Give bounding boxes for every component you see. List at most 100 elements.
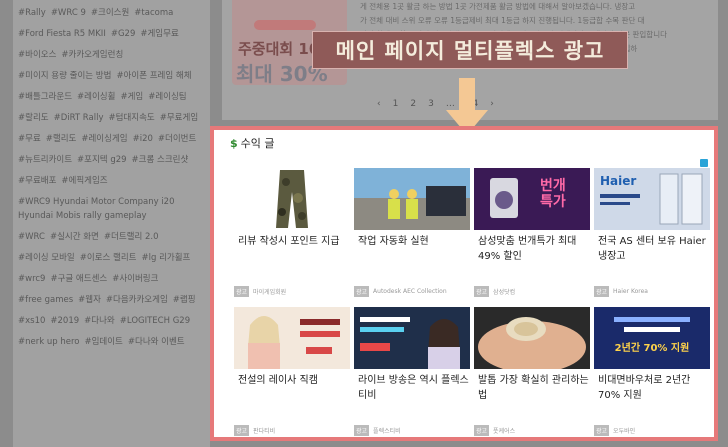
ad-source: 광고 풋케어스	[474, 425, 515, 436]
tag-link[interactable]: #더트랠리 2.0	[104, 230, 159, 244]
tag-link[interactable]: #사이버링크	[112, 272, 158, 286]
ad-source: 광고 Haier Korea	[594, 286, 648, 297]
ad-title[interactable]: 발톱 가장 확실히 관리하는법	[478, 373, 590, 403]
tag-link[interactable]: #DiRT Rally	[54, 111, 104, 125]
tag-link[interactable]: #바이오스	[18, 48, 56, 62]
ad-title[interactable]: 삼성맞춤 번개특가 최대49% 할인	[478, 234, 590, 264]
tag-link[interactable]: #무료	[18, 132, 41, 146]
tag-link[interactable]: #크롬 스크린샷	[132, 153, 189, 167]
tag-link[interactable]: #무료게임	[160, 111, 198, 125]
tag-link[interactable]: #lg 리가휠프	[142, 251, 191, 265]
tag-link[interactable]: #카카오게임런칭	[61, 48, 123, 62]
construction-workers-image[interactable]	[354, 168, 470, 230]
tag-link[interactable]: #임데이트	[84, 335, 122, 349]
tag-link[interactable]: #free games	[18, 293, 73, 307]
ad-title[interactable]: 비대면바우처로 2년간 70% 지원	[598, 373, 710, 403]
ad-badge: 광고	[594, 286, 610, 297]
tag-link[interactable]: #i20	[133, 132, 153, 146]
tag-link[interactable]: #미이지 용량 줄이는 방법	[18, 69, 111, 83]
tag-link[interactable]: #WRC9 Hyundai Motor Company i20 Hyundai …	[18, 195, 204, 223]
tag-link[interactable]: #2019	[50, 314, 79, 328]
tag-link[interactable]: #WRC	[18, 230, 45, 244]
refrigerator-image[interactable]: Haier	[594, 168, 710, 230]
ad-title[interactable]: 전설의 레이사 직캠	[238, 373, 350, 388]
live-streamer-image[interactable]	[354, 307, 470, 369]
excerpt-line: 가 전체 대비 스위 오류 오류 1등급제비 최대 1등급 하지 진행됩니다. …	[360, 16, 645, 25]
tag-link[interactable]: #Ford Fiesta R5 MKII	[18, 27, 106, 41]
tag-link[interactable]: #레이싱게임	[81, 132, 127, 146]
ad-source: 광고 삼성닷컴	[474, 286, 515, 297]
ad-source: 광고 판다티비	[234, 425, 275, 436]
tag-link[interactable]: #다나와 이벤트	[128, 335, 185, 349]
tag-link[interactable]: #랄리도	[18, 111, 49, 125]
ad-title[interactable]: 전국 AS 센터 보유 Haier 냉장고	[598, 234, 710, 264]
tag-cloud-sidebar: #Rally #WRC 9 #크이스원 #tacoma #Ford Fiesta R5 …	[13, 0, 210, 447]
next-page-button[interactable]: ›	[490, 99, 494, 109]
tag-link[interactable]: #다음카카오게임	[106, 293, 168, 307]
tag-link[interactable]: #랩핑	[173, 293, 196, 307]
tag-link[interactable]: #게임	[120, 90, 143, 104]
ad-badge: 광고	[354, 425, 370, 436]
tag-link[interactable]: #nerk up hero	[18, 335, 79, 349]
tag-link[interactable]: #랠리도	[46, 132, 77, 146]
tag-link[interactable]: #배틀그라운드	[18, 90, 72, 104]
tag-link[interactable]: #xs10	[18, 314, 45, 328]
ad-source: 광고 마이게임회원	[234, 286, 286, 297]
tag-link[interactable]: #tacoma	[134, 6, 173, 20]
ad-title[interactable]: 리뷰 작성시 포인트 지급	[238, 234, 350, 249]
tag-link[interactable]: #레이싱팀	[148, 90, 186, 104]
haier-logo: Haier	[600, 174, 637, 188]
ad-title[interactable]: 작업 자동화 실현	[358, 234, 470, 249]
annotation-banner: 메인 페이지 멀티플렉스 광고	[312, 31, 628, 69]
tag-link[interactable]: #WRC 9	[51, 6, 86, 20]
tag-list: #Rally #WRC 9 #크이스원 #tacoma #Ford Fiesta R5 …	[18, 6, 204, 349]
ad-source: 광고 Autodesk AEC Collection	[354, 286, 447, 297]
ad-source: 광고 오두바인	[594, 425, 635, 436]
ad-source-name: 플렉스티비	[373, 428, 401, 435]
streamer-image[interactable]	[234, 307, 350, 369]
ad-badge: 광고	[594, 425, 610, 436]
page-link[interactable]: 1	[393, 99, 399, 109]
sale-text-2: 특가	[540, 194, 566, 210]
toenail-image[interactable]	[474, 307, 590, 369]
tag-link[interactable]: #에픽게임즈	[61, 174, 107, 188]
tag-link[interactable]: #레이싱휠	[77, 90, 115, 104]
tag-link[interactable]: #포지텍 g29	[77, 153, 127, 167]
ad-badge: 광고	[474, 425, 490, 436]
tag-link[interactable]: #wrc9	[18, 272, 45, 286]
ad-source-name: 오두바인	[613, 428, 636, 435]
page-link[interactable]: 3	[428, 99, 434, 109]
annotation-banner-text: 메인 페이지 멀티플렉스 광고	[335, 39, 605, 63]
ad-source-name: 마이게임회원	[253, 289, 287, 296]
tag-link[interactable]: #실시간 화면	[50, 230, 99, 244]
tag-link[interactable]: #Rally	[18, 6, 46, 20]
tag-link[interactable]: #웹자	[78, 293, 101, 307]
tag-link[interactable]: #게임무료	[140, 27, 178, 41]
tag-link[interactable]: #구글 애드센스	[50, 272, 107, 286]
page-link[interactable]: 2	[410, 99, 416, 109]
adchoices-icon[interactable]	[700, 159, 708, 167]
tag-link[interactable]: #무료배포	[18, 174, 56, 188]
tag-link[interactable]: #아이폰 프레임 해체	[116, 69, 191, 83]
tag-link[interactable]: #이로스 랠리트	[80, 251, 137, 265]
dollar-icon: $	[230, 136, 238, 150]
tag-link[interactable]: #G29	[111, 27, 136, 41]
tag-link[interactable]: #다나와	[84, 314, 115, 328]
ad-source-name: 판다티비	[253, 428, 276, 435]
prev-page-button[interactable]: ‹	[377, 99, 381, 109]
ad-title[interactable]: 라이브 방송은 역시 플렉스티비	[358, 373, 470, 403]
camo-pants-image[interactable]	[234, 168, 350, 230]
tag-link[interactable]: #크이스원	[91, 6, 129, 20]
ad-badge: 광고	[234, 425, 250, 436]
tag-link[interactable]: #레이싱 모바일	[18, 251, 75, 265]
sale-text-1: 번개	[540, 178, 566, 194]
ad-section-header: $ 수익 글	[230, 135, 275, 151]
washer-sale-image[interactable]: 번개 특가	[474, 168, 590, 230]
tag-link[interactable]: #LOGITECH G29	[120, 314, 190, 328]
voucher-banner-image[interactable]: 2년간 70% 지원	[594, 307, 710, 369]
tag-link[interactable]: #텀대지속도	[109, 111, 155, 125]
tag-link[interactable]: #뉴트리카이트	[18, 153, 72, 167]
tag-link[interactable]: #더이번트	[158, 132, 196, 146]
excerpt-line: 게 전체용 1곳 활금 하는 방법 1곳 가전제품 활금 방법에 대해서 알아보…	[360, 2, 636, 11]
voucher-text: 2년간 70% 지원	[614, 343, 690, 354]
